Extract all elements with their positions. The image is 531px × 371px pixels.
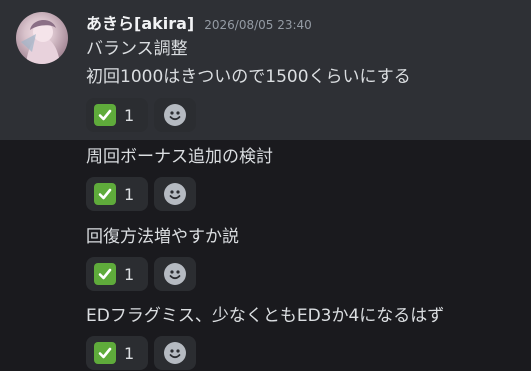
check-mark-icon	[94, 263, 116, 285]
reaction-bar: 1	[86, 336, 196, 370]
add-reaction-button[interactable]	[154, 336, 196, 370]
reaction-check[interactable]: 1	[86, 177, 148, 211]
message-line: EDフラグミス、少なくともED3か4になるはず	[86, 306, 445, 326]
reaction-bar: 1	[86, 177, 196, 211]
smiley-icon	[164, 342, 186, 364]
check-mark-icon	[94, 183, 116, 205]
check-mark-icon	[94, 342, 116, 364]
username[interactable]: あきら[akira]	[86, 10, 194, 34]
smiley-icon	[164, 263, 186, 285]
add-reaction-button[interactable]	[154, 257, 196, 291]
message-line: 初回1000はきついので1500くらいにする	[86, 67, 411, 87]
check-mark-icon	[94, 104, 116, 126]
message-line: 周回ボーナス追加の検討	[86, 147, 273, 167]
reaction-check[interactable]: 1	[86, 257, 148, 291]
reaction-count: 1	[124, 343, 135, 363]
reaction-check[interactable]: 1	[86, 336, 148, 370]
reaction-bar: 1	[86, 257, 196, 291]
smiley-icon	[164, 183, 186, 205]
reaction-bar: 1	[86, 98, 196, 132]
add-reaction-button[interactable]	[154, 98, 196, 132]
reaction-check[interactable]: 1	[86, 98, 148, 132]
message-line: バランス調整	[86, 39, 188, 59]
reaction-count: 1	[124, 105, 135, 125]
message-line: 回復方法増やすか説	[86, 227, 239, 247]
reaction-count: 1	[124, 264, 135, 284]
message-header: あきら[akira] 2026/08/05 23:40	[86, 10, 312, 34]
reaction-count: 1	[124, 184, 135, 204]
smiley-icon	[164, 104, 186, 126]
timestamp: 2026/08/05 23:40	[204, 18, 312, 32]
add-reaction-button[interactable]	[154, 177, 196, 211]
avatar-image	[21, 19, 60, 64]
avatar[interactable]	[16, 12, 68, 64]
